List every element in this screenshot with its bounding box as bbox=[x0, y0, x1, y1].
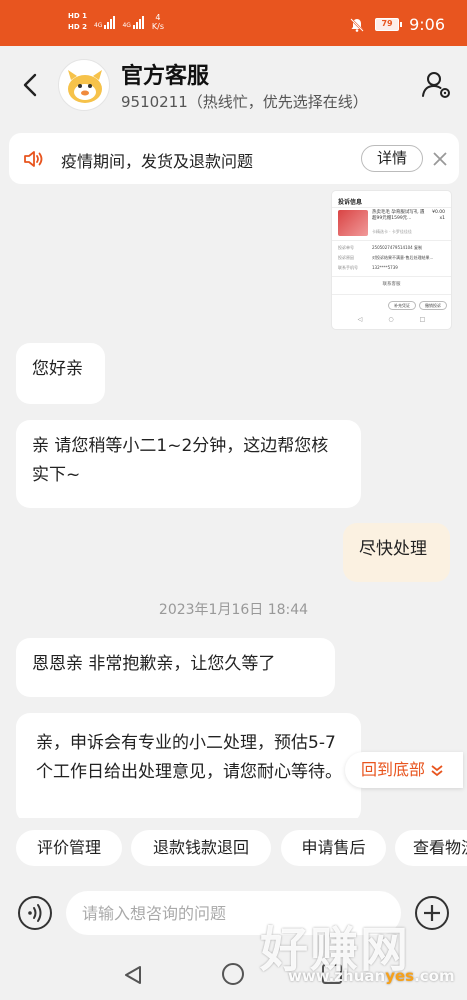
clock: 9:06 bbox=[409, 15, 445, 34]
signal-icon-1: 4G bbox=[94, 15, 116, 29]
agent-message: 亲，申诉会有专业的小二处理，预估5-7个工作日给出处理意见，请您耐心等待。 bbox=[16, 713, 361, 823]
hd1-indicator: HD 1 bbox=[68, 12, 87, 20]
nav-recent-icon[interactable] bbox=[322, 964, 342, 984]
complaint-row: 投诉原因 对投诉结果不满意-售后处理结果... bbox=[338, 255, 434, 260]
back-button[interactable] bbox=[16, 70, 46, 100]
mascot-icon bbox=[68, 70, 102, 103]
quick-reply-chip[interactable]: 申请售后 bbox=[281, 830, 386, 866]
agent-message: 恩恩亲 非常抱歉亲，让您久等了 bbox=[16, 638, 335, 697]
close-icon[interactable] bbox=[430, 149, 450, 169]
profile-button[interactable] bbox=[420, 68, 454, 102]
withdraw-button: 撤销投诉 bbox=[419, 301, 447, 310]
product-price: ¥0.00 x1 bbox=[432, 210, 445, 221]
product-thumbnail bbox=[338, 210, 368, 236]
agent-message: 您好亲 bbox=[16, 343, 105, 404]
quick-reply-chip[interactable]: 评价管理 bbox=[16, 830, 122, 866]
back-to-bottom-button[interactable]: 回到底部 bbox=[345, 752, 463, 788]
quick-reply-bar: 评价管理 退款钱款退回 申请售后 查看物流 bbox=[0, 818, 467, 882]
user-message: 尽快处理 bbox=[343, 523, 450, 582]
detail-button[interactable]: 详情 bbox=[361, 145, 423, 172]
speaker-icon bbox=[23, 149, 45, 169]
product-name: 热卖毛毛 孕育服试写礼 遇 超99元赠1599元... bbox=[372, 210, 425, 221]
hotline-subtitle: 9510211（热线忙，优先选择在线） bbox=[121, 93, 368, 111]
status-bar: HD 1 HD 2 4G 4G 4 K/s 79 9:06 bbox=[0, 0, 467, 46]
avatar[interactable] bbox=[58, 59, 110, 111]
chat-header: 官方客服 9510211（热线忙，优先选择在线） bbox=[0, 46, 467, 128]
nav-back-icon[interactable] bbox=[122, 964, 144, 986]
plus-icon bbox=[424, 905, 440, 921]
chevron-left-icon bbox=[23, 73, 37, 97]
page-title: 官方客服 bbox=[121, 64, 210, 89]
notice-banner: 疫情期间，发货及退款问题 详情 bbox=[9, 133, 459, 184]
more-button[interactable] bbox=[415, 896, 449, 930]
battery-icon: 79 bbox=[375, 18, 403, 31]
notice-text: 疫情期间，发货及退款问题 bbox=[61, 152, 254, 171]
complaint-row: 联系手机号 132****5739 bbox=[338, 265, 398, 270]
hd2-indicator: HD 2 bbox=[68, 23, 87, 31]
quick-reply-chip[interactable]: 查看物流 bbox=[395, 830, 467, 866]
nav-home-icon[interactable] bbox=[222, 963, 244, 985]
voice-icon bbox=[28, 904, 42, 922]
agent-message: 亲 请您稍等小二1~2分钟，这边帮您核实下~ bbox=[16, 420, 361, 508]
system-nav-bar bbox=[0, 948, 467, 1000]
message-input[interactable] bbox=[66, 891, 401, 935]
message-timestamp: 2023年1月16日 18:44 bbox=[158, 602, 309, 618]
contact-service-link: 联系客服 bbox=[382, 282, 401, 287]
supplement-button: 补充凭证 bbox=[388, 301, 416, 310]
complaint-title: 投诉信息 bbox=[338, 199, 363, 206]
status-left: HD 1 HD 2 4G 4G 4 K/s bbox=[68, 12, 164, 32]
quick-reply-chip[interactable]: 退款钱款退回 bbox=[131, 830, 271, 866]
network-speed: 4 K/s bbox=[151, 13, 165, 31]
sent-screenshot-image[interactable]: 投诉信息 热卖毛毛 孕育服试写礼 遇 超99元赠1599元... ¥0.00 x… bbox=[332, 191, 451, 329]
input-bar bbox=[0, 882, 467, 948]
product-sub: 卡精选卡 · 卡罗佳佳佳 bbox=[372, 229, 412, 234]
signal-icon-2: 4G bbox=[122, 15, 144, 29]
double-chevron-down-icon bbox=[431, 764, 443, 776]
person-settings-icon bbox=[422, 72, 450, 98]
voice-input-button[interactable] bbox=[18, 896, 52, 930]
complaint-row: 投诉单号 2505027479514104 复制 bbox=[338, 245, 422, 250]
bell-off-icon bbox=[349, 17, 365, 33]
image-nav-bar: ◁ ○ □ bbox=[357, 316, 426, 323]
